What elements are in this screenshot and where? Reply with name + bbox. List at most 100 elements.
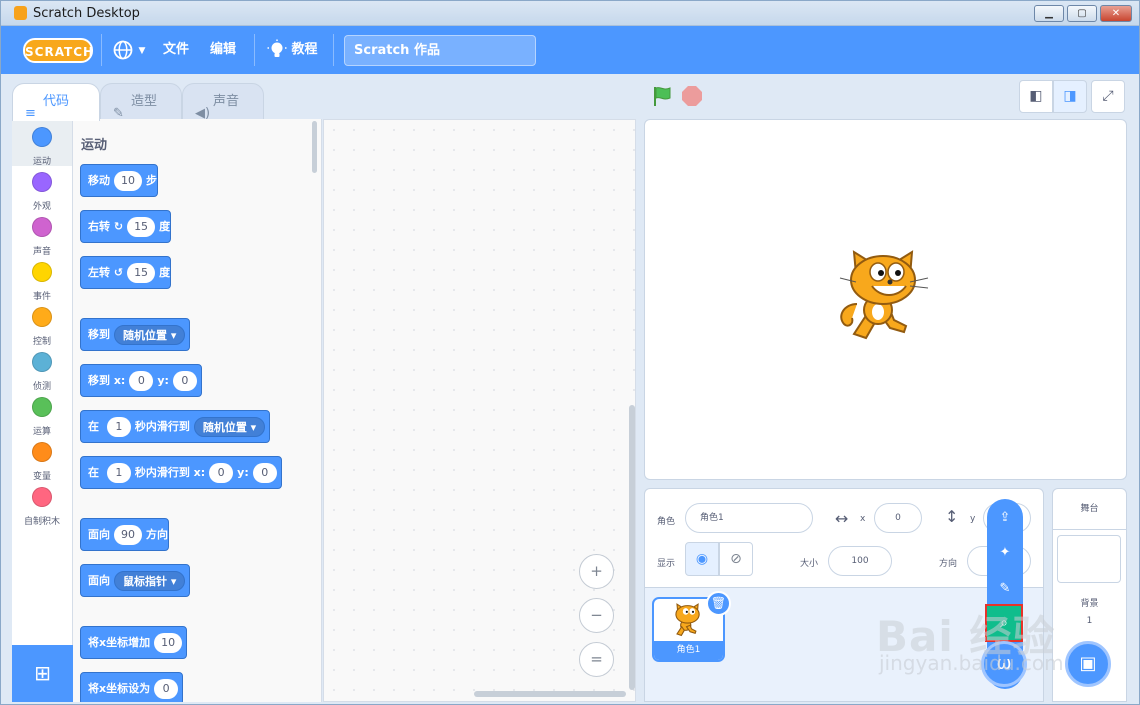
block-dropdown[interactable]: 鼠标指针 ▾ [114, 571, 186, 591]
block-turn-right[interactable]: 右转 ↻ 15 度 [80, 210, 172, 243]
tab-costumes[interactable]: ✎ 造型 [100, 83, 182, 121]
block-text: 秒内滑行到 x: [134, 466, 206, 479]
stage-canvas[interactable] [644, 119, 1127, 480]
category-dot [32, 442, 52, 462]
minimize-button[interactable]: ▁ [1034, 5, 1064, 22]
sparkle-icon: ✦ [999, 545, 1011, 560]
zoom-out-button[interactable]: − [579, 598, 614, 633]
zoom-in-button[interactable]: + [579, 554, 614, 589]
block-input[interactable]: 10 [154, 633, 183, 653]
tab-sounds[interactable]: ◀) 声音 [182, 83, 264, 121]
small-stage-icon: ◧ [1029, 88, 1043, 104]
category-my-blocks[interactable]: 自制积木 [12, 481, 72, 527]
block-text: 面向 [88, 574, 110, 587]
trash-icon: 🗑 [710, 596, 727, 610]
block-glide[interactable]: 在 1 秒内滑行到 随机位置 ▾ [80, 410, 271, 443]
block-input[interactable]: 0 [252, 463, 277, 483]
category-dot [32, 397, 52, 417]
block-dropdown[interactable]: 随机位置 ▾ [114, 325, 186, 345]
category-sensing[interactable]: 侦测 [12, 346, 72, 392]
upload-sprite-button[interactable]: ⇪ [995, 508, 1015, 528]
block-goto-xy[interactable]: 移到 x: 0 y: 0 [80, 364, 202, 397]
globe-icon [113, 40, 133, 59]
block-text: 移到 x: [88, 374, 126, 387]
choose-backdrop-button[interactable]: ▣ [1065, 641, 1111, 687]
block-input[interactable]: 0 [209, 463, 234, 483]
zoom-in-icon: + [590, 562, 603, 580]
block-set-x[interactable]: 将x坐标设为 0 [80, 672, 184, 702]
maximize-button[interactable]: ▢ [1067, 5, 1097, 22]
add-extension-button[interactable]: ⊞ [12, 645, 73, 702]
block-input[interactable]: 1 [106, 417, 131, 437]
block-text: 度 [159, 220, 171, 233]
block-input[interactable]: 10 [114, 171, 142, 191]
sprite-name-input[interactable]: 角色1 [685, 503, 813, 533]
block-move-steps[interactable]: 移动 10 步 [80, 164, 158, 197]
palette-scrollbar[interactable] [312, 121, 317, 173]
category-variables[interactable]: 变量 [12, 436, 72, 482]
edit-menu[interactable]: 编辑 [210, 26, 236, 74]
category-control[interactable]: 控制 [12, 301, 72, 347]
hide-sprite-button[interactable]: ⊘ [719, 542, 753, 576]
block-text: 左转 [88, 266, 110, 279]
block-dropdown[interactable]: 随机位置 ▾ [193, 417, 266, 437]
block-goto[interactable]: 移到 随机位置 ▾ [80, 318, 191, 351]
cat-sprite-icon[interactable] [832, 246, 942, 356]
script-area[interactable]: + − = [323, 119, 636, 702]
script-horizontal-scrollbar[interactable] [474, 691, 626, 697]
close-button[interactable]: ✕ [1100, 5, 1132, 22]
block-text: 将x坐标设为 [88, 682, 151, 695]
block-input[interactable]: 0 [154, 679, 179, 699]
language-menu[interactable]: ▼ [112, 26, 145, 74]
small-stage-button[interactable]: ◧ [1019, 80, 1053, 113]
normal-stage-icon: ◨ [1063, 88, 1077, 104]
backdrops-count: 1 [1086, 616, 1093, 626]
delete-sprite-button[interactable]: 🗑 [706, 591, 731, 616]
category-operators[interactable]: 运算 [12, 391, 72, 437]
surprise-sprite-button[interactable]: ✦ [995, 543, 1015, 563]
category-dot [32, 352, 52, 372]
category-dot [32, 262, 52, 282]
y-arrows-icon: ↕ [945, 507, 959, 526]
green-flag-icon[interactable] [651, 85, 673, 107]
paint-sprite-button[interactable]: ✎ [995, 579, 1015, 599]
block-input[interactable]: 90 [114, 525, 142, 545]
show-sprite-button[interactable]: ◉ [685, 542, 719, 576]
block-text: 步 [146, 174, 157, 187]
zoom-reset-icon: = [590, 650, 603, 668]
zoom-reset-button[interactable]: = [579, 642, 614, 677]
block-text: 秒内滑行到 [134, 420, 190, 433]
x-input[interactable]: 0 [874, 503, 922, 533]
block-text: 移到 [88, 328, 110, 341]
menu-divider [254, 34, 255, 66]
script-vertical-scrollbar[interactable] [629, 405, 635, 690]
block-input[interactable]: 0 [129, 371, 154, 391]
scratch-app-icon [14, 6, 27, 20]
size-input[interactable]: 100 [828, 546, 892, 576]
block-text: 面向 [88, 528, 110, 541]
category-sound[interactable]: 声音 [12, 211, 72, 257]
block-point-towards[interactable]: 面向 鼠标指针 ▾ [80, 564, 191, 597]
stop-icon[interactable] [682, 86, 702, 106]
category-events[interactable]: 事件 [12, 256, 72, 302]
project-title-input[interactable]: Scratch 作品 [344, 35, 536, 66]
scratch-logo[interactable]: SCRATCH [23, 38, 93, 63]
fullscreen-button[interactable]: ⤢ [1091, 80, 1125, 113]
tutorials-menu[interactable]: 教程 [267, 26, 318, 74]
block-change-x[interactable]: 将x坐标增加 10 [80, 626, 188, 659]
category-motion[interactable]: 运动 [12, 121, 72, 167]
block-input[interactable]: 15 [127, 217, 156, 237]
file-menu[interactable]: 文件 [163, 26, 189, 74]
block-input[interactable]: 1 [106, 463, 131, 483]
category-looks[interactable]: 外观 [12, 166, 72, 212]
backdrops-label: 背景 [1080, 599, 1099, 609]
block-turn-left[interactable]: 左转 ↺ 15 度 [80, 256, 172, 289]
rotate-left-icon: ↺ [113, 266, 124, 279]
block-input[interactable]: 0 [172, 371, 197, 391]
block-point-direction[interactable]: 面向 90 方向 [80, 518, 169, 551]
block-input[interactable]: 15 [127, 263, 156, 283]
normal-stage-button[interactable]: ◨ [1053, 80, 1087, 113]
dropdown-value: 随机位置 [202, 421, 247, 434]
block-glide-xy[interactable]: 在 1 秒内滑行到 x: 0 y: 0 [80, 456, 282, 489]
tab-code[interactable]: ≡ 代码 [12, 83, 100, 121]
